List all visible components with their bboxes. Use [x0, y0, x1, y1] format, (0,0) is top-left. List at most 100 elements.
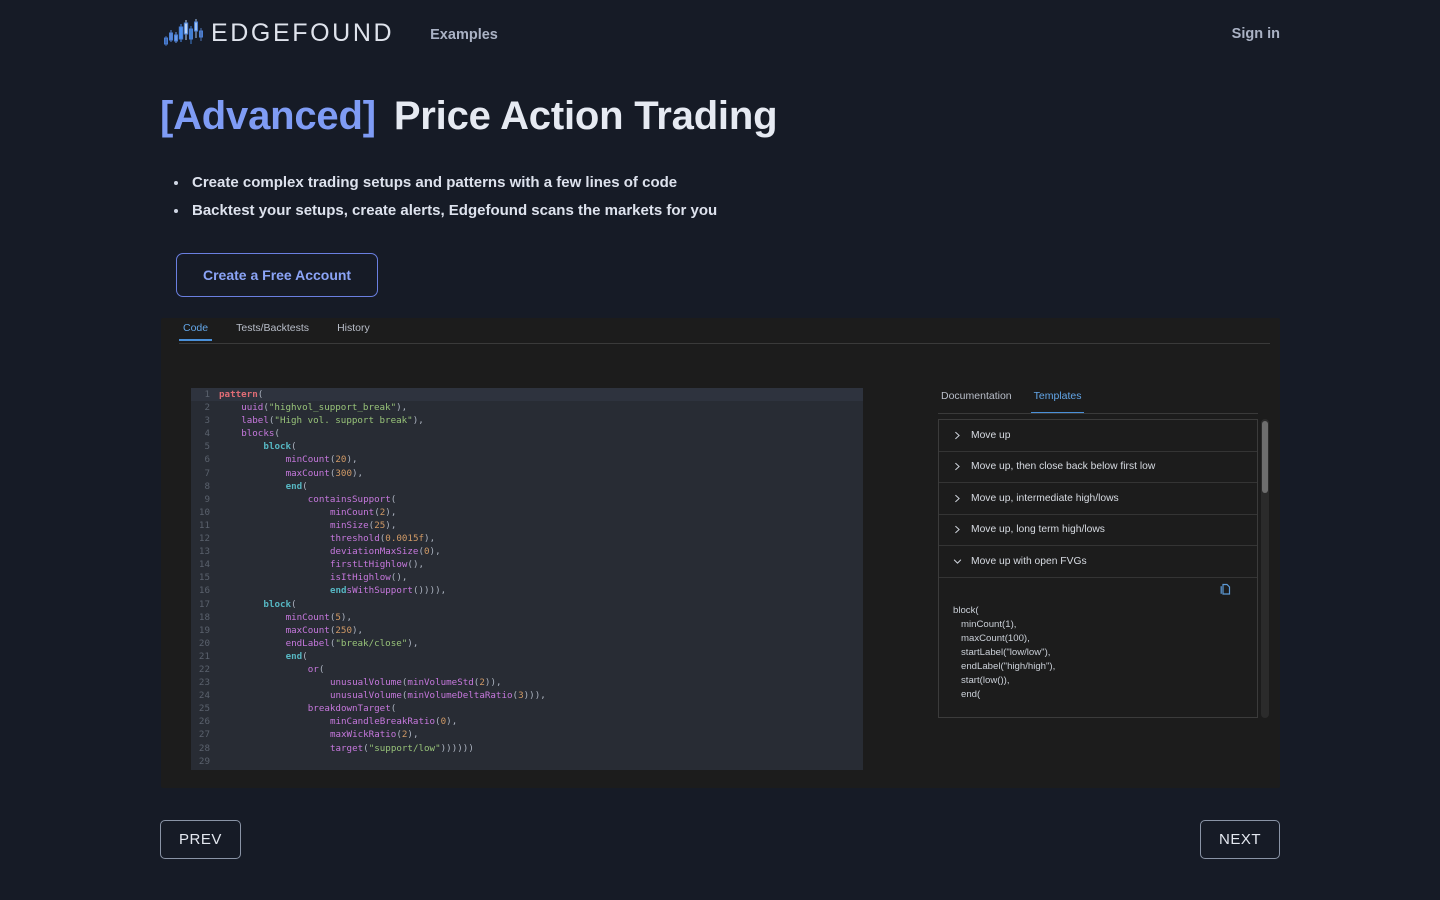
- tab-tests-backtests[interactable]: Tests/Backtests: [232, 318, 313, 340]
- line-number: 6: [204, 454, 210, 466]
- line-number: 17: [198, 598, 210, 610]
- code-text: containsSupport(: [307, 493, 397, 505]
- feature-bullets: Create complex trading setups and patter…: [160, 169, 1280, 225]
- hero-section: [Advanced] Price Action Trading Create co…: [0, 93, 1440, 297]
- tab-templates[interactable]: Templates: [1030, 388, 1085, 414]
- code-line: 26 minCandleBreakRatio(0),: [191, 715, 863, 728]
- code-text: or(: [307, 663, 325, 675]
- code-line: 3 label("High vol. support break"),: [191, 414, 863, 427]
- code-text: blocks(: [241, 428, 280, 440]
- template-label: Move up: [971, 429, 1011, 441]
- code-text: unusualVolume(minVolumeDeltaRatio(3))),: [329, 690, 546, 702]
- candlestick-logo-icon: [164, 19, 203, 46]
- code-line: 2 uuid("highvol_support_break"),: [191, 401, 863, 414]
- code-text: label("High vol. support break"),: [241, 415, 424, 427]
- logo[interactable]: EDGEFOUND: [162, 16, 394, 50]
- tab-code[interactable]: Code: [179, 318, 213, 341]
- templates-list[interactable]: Move up Move up, then close back below fi…: [938, 419, 1258, 718]
- code-text: pattern(: [219, 389, 264, 400]
- code-line: 27 maxWickRatio(2),: [191, 728, 863, 741]
- nav-item-examples[interactable]: Examples: [430, 24, 498, 43]
- line-number: 26: [198, 716, 210, 728]
- line-number: 29: [198, 755, 210, 767]
- code-line: 7 maxCount(300),: [191, 467, 863, 480]
- code-line: 6 minCount(20),: [191, 453, 863, 466]
- tab-history[interactable]: History: [333, 318, 374, 340]
- code-text: end(: [285, 480, 308, 492]
- template-label: Move up, long term high/lows: [971, 524, 1105, 536]
- code-text: breakdownTarget(: [307, 703, 397, 715]
- line-number: 21: [198, 650, 210, 662]
- scrollbar-thumb[interactable]: [1262, 421, 1268, 493]
- code-line: 8 end(: [191, 480, 863, 493]
- line-number: 9: [204, 493, 210, 505]
- editor-workarea: 1 pattern(2 uuid("highvol_support_break")…: [161, 344, 1280, 788]
- copy-icon[interactable]: [1219, 583, 1231, 596]
- code-line: 16 endsWithSupport()))),: [191, 584, 863, 597]
- code-line: 11 minSize(25),: [191, 519, 863, 532]
- list-item: Create complex trading setups and patter…: [160, 169, 1280, 197]
- code-line: 13 deviationMaxSize(0),: [191, 545, 863, 558]
- tab-documentation[interactable]: Documentation: [938, 388, 1015, 414]
- code-line: 15 isItHighlow(),: [191, 571, 863, 584]
- side-panel: Documentation Templates Move up Move up, …: [936, 388, 1280, 768]
- code-line: 19 maxCount(250),: [191, 624, 863, 637]
- templates-scrollbar[interactable]: [1261, 419, 1269, 718]
- line-number: 7: [204, 467, 210, 479]
- code-line: 29: [191, 755, 863, 768]
- code-text: target("support/low")))))): [329, 742, 474, 754]
- code-line: 28 target("support/low")))))): [191, 742, 863, 755]
- template-row[interactable]: Move up with open FVGs: [939, 546, 1257, 578]
- line-number: 10: [198, 506, 210, 518]
- line-number: 20: [198, 637, 210, 649]
- line-number: 1: [204, 389, 210, 400]
- line-number: 13: [198, 546, 210, 558]
- code-line: 9 containsSupport(: [191, 493, 863, 506]
- create-free-account-button[interactable]: Create a Free Account: [176, 253, 379, 297]
- line-number: 18: [198, 611, 210, 623]
- template-row[interactable]: Move up, intermediate high/lows: [939, 483, 1257, 515]
- code-text: block(: [263, 441, 297, 453]
- code-line: 20 endLabel("break/close"),: [191, 637, 863, 650]
- chevron-right-icon: [953, 431, 962, 440]
- code-text: minCount(2),: [329, 506, 397, 518]
- code-text: end(: [285, 650, 308, 662]
- code-text: maxWickRatio(2),: [329, 729, 419, 741]
- prev-button[interactable]: PREV: [160, 820, 241, 859]
- template-label: Move up, intermediate high/lows: [971, 492, 1119, 504]
- line-number: 14: [198, 559, 210, 571]
- code-text: unusualVolume(minVolumeStd(2)),: [329, 677, 502, 689]
- code-text: minCandleBreakRatio(0),: [329, 716, 458, 728]
- code-text: uuid("highvol_support_break"),: [241, 402, 408, 414]
- line-number: 25: [198, 703, 210, 715]
- brand-name: EDGEFOUND: [211, 18, 395, 47]
- code-text: endsWithSupport()))),: [329, 585, 447, 597]
- code-editor[interactable]: 1 pattern(2 uuid("highvol_support_break")…: [191, 388, 863, 770]
- pagination: PREV NEXT: [0, 820, 1440, 859]
- code-line: 14 firstLtHighlow(),: [191, 558, 863, 571]
- template-row[interactable]: Move up, long term high/lows: [939, 515, 1257, 546]
- line-number: 23: [198, 677, 210, 689]
- sign-in-link[interactable]: Sign in: [1232, 26, 1280, 42]
- code-text: threshold(0.0015f),: [329, 533, 436, 545]
- code-text: minCount(20),: [285, 454, 358, 466]
- template-row[interactable]: Move up, then close back below first low: [939, 452, 1257, 483]
- line-number: 24: [198, 690, 210, 702]
- code-line: 10 minCount(2),: [191, 506, 863, 519]
- line-number: 11: [198, 519, 210, 531]
- template-row[interactable]: Move up: [939, 420, 1257, 452]
- editor-tabbar: Code Tests/Backtests History: [161, 318, 1280, 344]
- line-number: 5: [204, 441, 210, 453]
- list-item: Backtest your setups, create alerts, Edg…: [160, 197, 1280, 225]
- next-button[interactable]: NEXT: [1199, 820, 1280, 859]
- page-title: [Advanced] Price Action Trading: [160, 93, 1280, 139]
- line-number: 28: [198, 742, 210, 754]
- line-number: 15: [198, 572, 210, 584]
- code-text: deviationMaxSize(0),: [329, 546, 441, 558]
- line-number: 19: [198, 624, 210, 636]
- code-line: 17 block(: [191, 598, 863, 611]
- code-text: isItHighlow(),: [329, 572, 408, 584]
- template-label: Move up with open FVGs: [971, 555, 1087, 567]
- code-line: 25 breakdownTarget(: [191, 702, 863, 715]
- code-text: firstLtHighlow(),: [329, 559, 425, 571]
